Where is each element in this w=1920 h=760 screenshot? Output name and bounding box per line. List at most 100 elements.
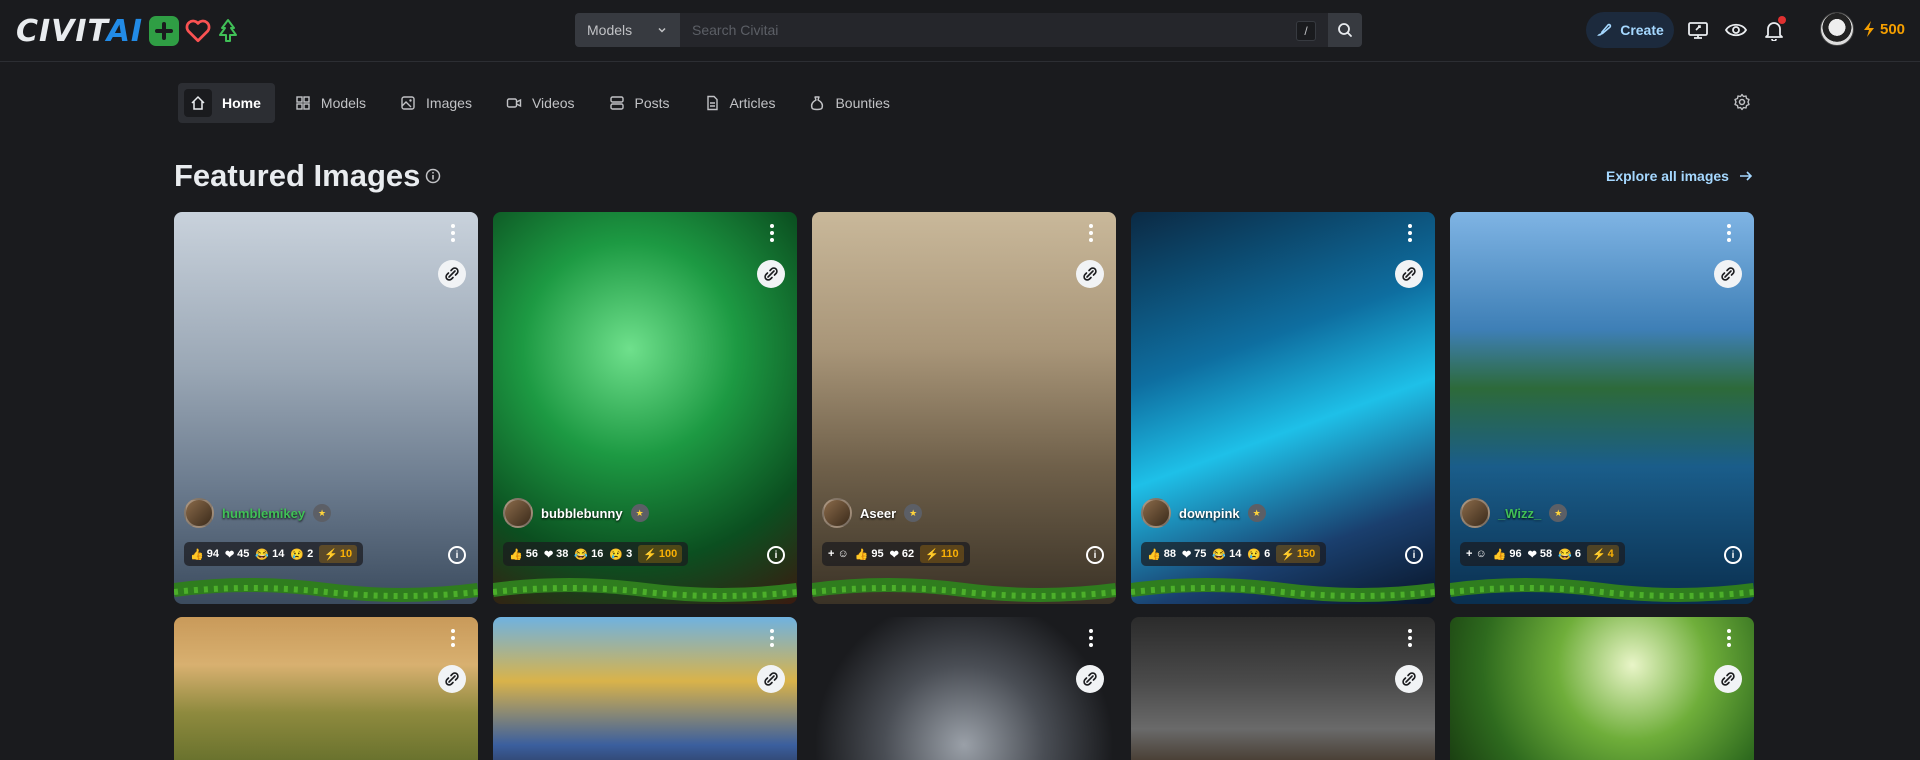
image-card[interactable] xyxy=(174,617,478,760)
remix-icon[interactable] xyxy=(1076,665,1104,693)
civitai-logo[interactable]: CIVITAI xyxy=(16,13,239,49)
laugh-reaction[interactable]: 😂 14 xyxy=(255,548,284,561)
laugh-reaction[interactable]: 😂 16 xyxy=(574,548,603,561)
heart-reaction[interactable]: ❤ 38 xyxy=(544,548,568,561)
card-menu-icon[interactable] xyxy=(1088,224,1094,242)
remix-icon[interactable] xyxy=(1395,665,1423,693)
image-card[interactable] xyxy=(493,617,797,760)
card-menu-icon[interactable] xyxy=(450,224,456,242)
info-icon[interactable]: i xyxy=(1724,546,1742,564)
heart-reaction[interactable]: ❤ 75 xyxy=(1182,548,1206,561)
card-user[interactable]: humblemikey ★ xyxy=(184,498,332,528)
info-icon[interactable] xyxy=(425,168,441,189)
image-card[interactable] xyxy=(1131,617,1435,760)
cry-reaction[interactable]: 😢 3 xyxy=(609,548,632,561)
card-menu-icon[interactable] xyxy=(1726,629,1732,647)
tip-buzz[interactable]: ⚡ 110 xyxy=(920,545,964,563)
nav-label: Home xyxy=(222,95,261,111)
remix-icon[interactable] xyxy=(438,665,466,693)
heart-reaction[interactable]: ❤ 62 xyxy=(890,548,914,561)
user-avatar[interactable] xyxy=(1820,12,1854,46)
card-menu-icon[interactable] xyxy=(1407,629,1413,647)
card-menu-icon[interactable] xyxy=(1407,224,1413,242)
garland-decoration xyxy=(812,578,1116,602)
avatar xyxy=(822,498,852,528)
nav-label: Images xyxy=(426,95,472,111)
tip-buzz[interactable]: ⚡ 10 xyxy=(319,545,358,563)
bell-icon[interactable] xyxy=(1760,16,1788,44)
info-icon[interactable]: i xyxy=(1405,546,1423,564)
card-menu-icon[interactable] xyxy=(769,629,775,647)
tip-buzz[interactable]: ⚡ 4 xyxy=(1586,545,1619,563)
nav-label: Models xyxy=(320,95,367,111)
card-menu-icon[interactable] xyxy=(1088,629,1094,647)
remix-icon[interactable] xyxy=(1076,260,1104,288)
remix-icon[interactable] xyxy=(438,260,466,288)
remix-icon[interactable] xyxy=(1714,260,1742,288)
info-icon[interactable]: i xyxy=(448,546,466,564)
remix-icon[interactable] xyxy=(1714,665,1742,693)
remix-icon[interactable] xyxy=(757,260,785,288)
add-reaction-icon[interactable]: + ☺ xyxy=(1466,548,1487,560)
user-badge-icon: ★ xyxy=(904,504,923,522)
nav-item-images[interactable]: Images xyxy=(386,83,486,123)
image-card[interactable]: bubblebunny ★ 👍 56 ❤ 38 😂 16 😢 3 ⚡ 100 i xyxy=(493,212,797,604)
nav-item-models[interactable]: Models xyxy=(281,83,380,123)
garland-decoration xyxy=(1131,578,1435,602)
search-input[interactable] xyxy=(680,13,1328,47)
tip-buzz[interactable]: ⚡ 150 xyxy=(1276,545,1321,563)
heart-reaction[interactable]: ❤ 58 xyxy=(1528,548,1552,561)
image-card[interactable]: downpink ★ 👍 88 ❤ 75 😂 14 😢 6 ⚡ 150 i xyxy=(1131,212,1435,604)
lightning-icon xyxy=(1864,21,1874,37)
card-user[interactable]: Aseer ★ xyxy=(822,498,923,528)
image-card[interactable]: _Wizz_ ★ + ☺ 👍 96 ❤ 58 😂 6 ⚡ 4 i xyxy=(1450,212,1754,604)
top-header: CIVITAI Models / Create xyxy=(0,0,1920,62)
search-button[interactable] xyxy=(1328,13,1362,47)
search-scope-select[interactable]: Models xyxy=(575,13,680,47)
tip-buzz[interactable]: ⚡ 100 xyxy=(638,545,683,563)
card-user[interactable]: _Wizz_ ★ xyxy=(1460,498,1568,528)
remix-icon[interactable] xyxy=(1395,260,1423,288)
heart-icon[interactable] xyxy=(185,19,211,43)
like-reaction[interactable]: 👍 88 xyxy=(1147,548,1176,561)
logo-wordmark: CIVITAI xyxy=(16,13,144,49)
username: _Wizz_ xyxy=(1498,505,1542,521)
like-reaction[interactable]: 👍 94 xyxy=(190,548,219,561)
heart-reaction[interactable]: ❤ 45 xyxy=(225,548,249,561)
card-menu-icon[interactable] xyxy=(769,224,775,242)
add-reaction-icon[interactable]: + ☺ xyxy=(828,548,849,560)
image-card[interactable] xyxy=(812,617,1116,760)
cry-reaction[interactable]: 😢 2 xyxy=(290,548,313,561)
card-menu-icon[interactable] xyxy=(1726,224,1732,242)
laugh-reaction[interactable]: 😂 6 xyxy=(1558,548,1581,561)
card-user[interactable]: downpink ★ xyxy=(1141,498,1266,528)
explore-all-images-link[interactable]: Explore all images xyxy=(1606,168,1753,184)
remix-icon[interactable] xyxy=(757,665,785,693)
like-reaction[interactable]: 👍 95 xyxy=(855,548,884,561)
nav-item-articles[interactable]: Articles xyxy=(690,83,790,123)
create-button[interactable]: Create xyxy=(1586,12,1674,48)
nav-label: Videos xyxy=(531,95,575,111)
screen-share-icon[interactable] xyxy=(1684,16,1712,44)
cry-reaction[interactable]: 😢 6 xyxy=(1247,548,1270,561)
like-reaction[interactable]: 👍 96 xyxy=(1493,548,1522,561)
like-reaction[interactable]: 👍 56 xyxy=(509,548,538,561)
nav-item-home[interactable]: Home xyxy=(178,83,275,123)
card-user[interactable]: bubblebunny ★ xyxy=(503,498,649,528)
eye-icon[interactable] xyxy=(1722,16,1750,44)
plus-icon[interactable] xyxy=(149,16,180,46)
image-card[interactable]: humblemikey ★ 👍 94 ❤ 45 😂 14 😢 2 ⚡ 10 i xyxy=(174,212,478,604)
nav-item-bounties[interactable]: Bounties xyxy=(795,83,903,123)
buzz-balance[interactable]: 500 xyxy=(1862,20,1905,38)
nav-item-videos[interactable]: Videos xyxy=(492,83,589,123)
image-card[interactable]: Aseer ★ + ☺ 👍 95 ❤ 62 ⚡ 110 i xyxy=(812,212,1116,604)
reaction-bar: + ☺ 👍 96 ❤ 58 😂 6 ⚡ 4 xyxy=(1460,542,1625,566)
laugh-reaction[interactable]: 😂 14 xyxy=(1212,548,1241,561)
nav-item-posts[interactable]: Posts xyxy=(595,83,684,123)
christmas-tree-icon[interactable] xyxy=(217,18,239,44)
gear-icon[interactable] xyxy=(1730,90,1754,114)
card-menu-icon[interactable] xyxy=(450,629,456,647)
info-icon[interactable]: i xyxy=(767,546,785,564)
image-card[interactable] xyxy=(1450,617,1754,760)
info-icon[interactable]: i xyxy=(1086,546,1104,564)
